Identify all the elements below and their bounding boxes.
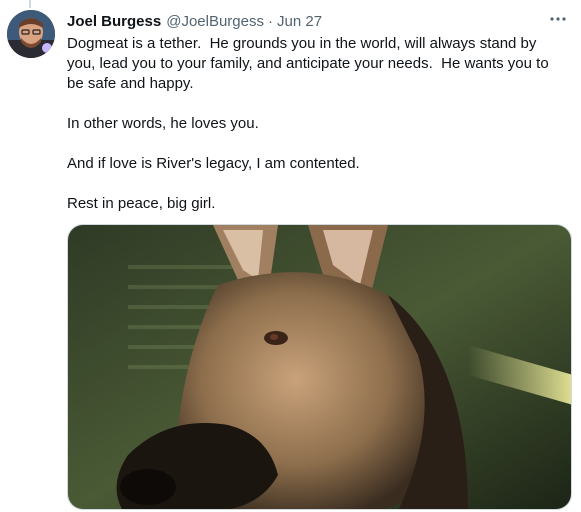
tweet-paragraph: And if love is River's legacy, I am cont… — [67, 155, 360, 172]
tweet-header: Joel Burgess @JoelBurgess · Jun 27 — [67, 11, 322, 31]
tweet-date[interactable]: Jun 27 — [277, 13, 322, 30]
avatar[interactable] — [7, 10, 55, 58]
tweet-text: Dogmeat is a tether. He grounds you in t… — [67, 34, 567, 234]
tweet-paragraph: In other words, he loves you. — [67, 115, 259, 132]
author-name[interactable]: Joel Burgess — [67, 13, 161, 30]
tweet[interactable]: Joel Burgess @JoelBurgess · Jun 27 Dogme… — [0, 0, 581, 512]
author-handle[interactable]: @JoelBurgess — [166, 13, 264, 30]
tweet-paragraph: Dogmeat is a tether. He grounds you in t… — [67, 35, 553, 92]
header-separator: · — [268, 12, 273, 30]
tweet-paragraph: Rest in peace, big girl. — [67, 195, 216, 212]
thread-line — [29, 0, 31, 8]
more-button[interactable] — [547, 10, 569, 28]
more-horizontal-icon — [550, 17, 566, 21]
avatar-image — [7, 10, 55, 58]
tweet-media[interactable] — [67, 224, 572, 510]
german-shepherd-photo — [68, 225, 571, 509]
